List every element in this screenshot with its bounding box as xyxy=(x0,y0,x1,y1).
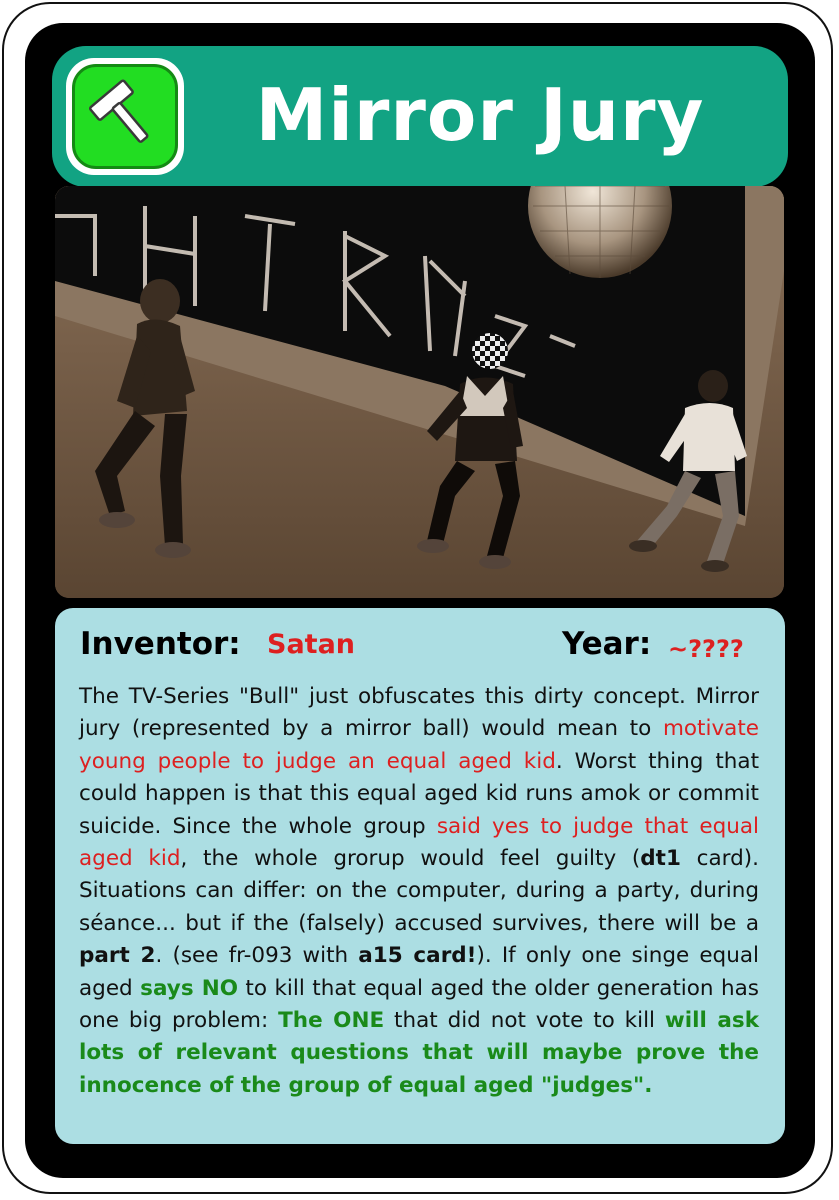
desc-text: that did not vote to kill xyxy=(384,1008,665,1034)
hammer-icon xyxy=(89,79,149,143)
card-description: The TV-Series "Bull" just obfuscates thi… xyxy=(79,681,759,1102)
desc-bold: dt1 xyxy=(640,846,681,872)
desc-bold: a15 card! xyxy=(358,943,477,969)
inventor-value: Satan xyxy=(267,629,356,660)
scene-illustration xyxy=(55,186,784,598)
dance-scene xyxy=(55,186,784,598)
desc-bold: part 2 xyxy=(79,943,156,969)
desc-highlight-green: says NO xyxy=(140,975,238,1001)
year-value: ~???? xyxy=(668,635,744,663)
desc-text: , the whole grorup would feel guilty ( xyxy=(180,846,641,872)
desc-text: . (see fr-093 with xyxy=(155,943,359,969)
inventor-label: Inventor: xyxy=(80,626,241,662)
desc-highlight-green: The ONE xyxy=(278,1008,385,1034)
desc-text: The TV-Series "Bull" just obfuscates thi… xyxy=(79,684,759,742)
category-logo xyxy=(66,58,184,175)
card-title: Mirror Jury xyxy=(255,73,705,157)
year-label: Year: xyxy=(562,626,652,662)
